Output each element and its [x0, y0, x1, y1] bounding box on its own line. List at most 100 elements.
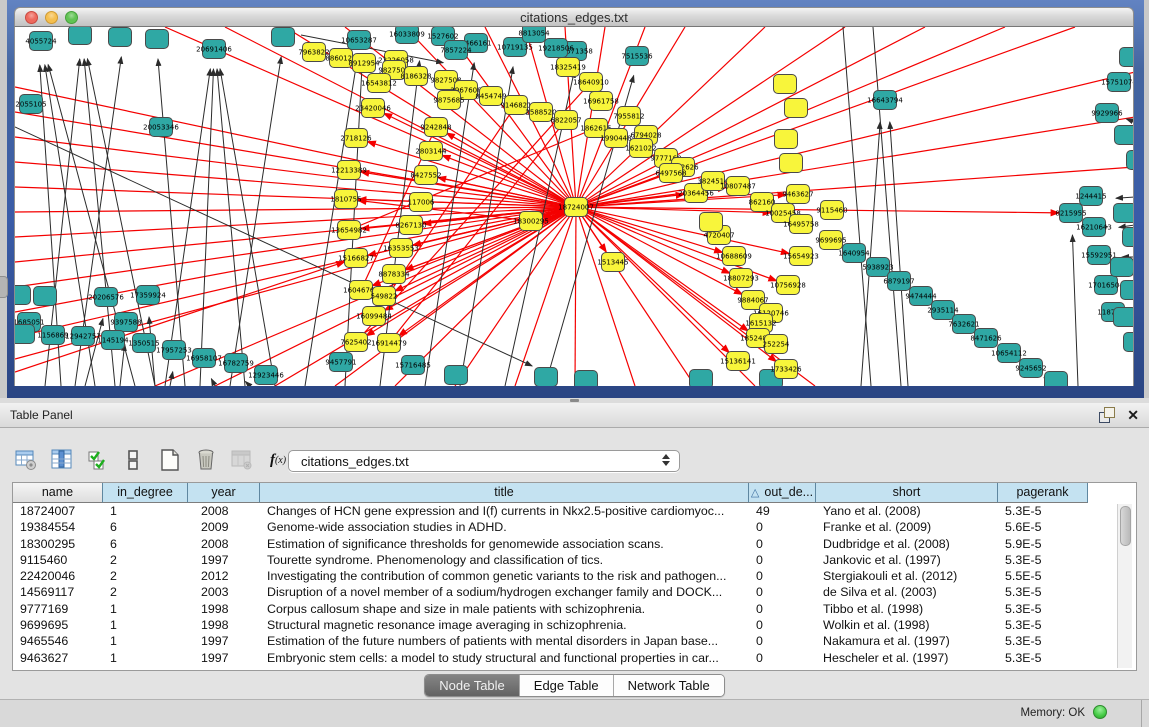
table-cell[interactable]: 5.5E-5: [998, 568, 1088, 584]
table-cell[interactable]: 1997: [188, 633, 260, 649]
table-row[interactable]: 1872400712008Changes of HCN gene express…: [13, 503, 1136, 519]
table-cell[interactable]: Structural magnetic resonance image aver…: [260, 617, 749, 633]
column-header-in_degree[interactable]: in_degree: [103, 483, 188, 503]
table-cell[interactable]: 5.6E-5: [998, 519, 1088, 535]
table-cell[interactable]: 18300295: [13, 536, 103, 552]
delete-table-icon[interactable]: [194, 448, 218, 472]
column-header-name[interactable]: name: [13, 483, 103, 503]
table-cell[interactable]: 0: [749, 617, 816, 633]
graph-edge[interactable]: [575, 207, 576, 386]
table-cell[interactable]: 19384554: [13, 519, 103, 535]
table-cell[interactable]: 0: [749, 536, 816, 552]
table-cell[interactable]: 1998: [188, 601, 260, 617]
scrollbar-thumb[interactable]: [1120, 506, 1131, 546]
table-cell[interactable]: Nakamura et al. (1997): [816, 633, 998, 649]
graph-node[interactable]: [146, 30, 169, 49]
table-cell[interactable]: 2: [103, 568, 188, 584]
table-cell[interactable]: 0: [749, 633, 816, 649]
table-row[interactable]: 2242004622012Investigating the contribut…: [13, 568, 1136, 584]
table-cell[interactable]: 9115460: [13, 552, 103, 568]
table-row[interactable]: 1938455462009Genome-wide association stu…: [13, 519, 1136, 535]
column-header-pagerank[interactable]: pagerank: [998, 483, 1088, 503]
network-window-titlebar[interactable]: citations_edges.txt: [14, 7, 1134, 27]
table-selector-dropdown[interactable]: citations_edges.txt: [288, 450, 680, 472]
table-cell[interactable]: 5.3E-5: [998, 617, 1088, 633]
table-cell[interactable]: 1998: [188, 617, 260, 633]
graph-node[interactable]: [69, 27, 92, 45]
table-row[interactable]: 969969511998Structural magnetic resonanc…: [13, 617, 1136, 633]
table-row[interactable]: 1830029562008Estimation of significance …: [13, 536, 1136, 552]
table-vertical-scrollbar[interactable]: [1117, 504, 1132, 668]
table-cell[interactable]: Estimation of significance thresholds fo…: [260, 536, 749, 552]
table-cell[interactable]: 2003: [188, 584, 260, 600]
close-panel-icon[interactable]: ✕: [1127, 406, 1139, 424]
table-cell[interactable]: Yano et al. (2008): [816, 503, 998, 519]
table-cell[interactable]: Wolkin et al. (1998): [816, 617, 998, 633]
table-cell[interactable]: 6: [103, 536, 188, 552]
graph-edge[interactable]: [425, 63, 474, 386]
graph-edge[interactable]: [413, 207, 576, 245]
table-cell[interactable]: 18724007: [13, 503, 103, 519]
graph-edge[interactable]: [361, 172, 576, 207]
graph-edge[interactable]: [1072, 235, 1078, 386]
column-header-short[interactable]: short: [816, 483, 998, 503]
table-row[interactable]: 946362711997Embryonic stem cells: a mode…: [13, 650, 1136, 666]
tab-network-table[interactable]: Network Table: [614, 675, 724, 696]
table-cell[interactable]: 2: [103, 584, 188, 600]
graph-edge[interactable]: [1126, 119, 1134, 122]
graph-node[interactable]: [1123, 228, 1135, 247]
table-cell[interactable]: Changes of HCN gene expression and I(f) …: [260, 503, 749, 519]
table-cell[interactable]: 2008: [188, 536, 260, 552]
table-cell[interactable]: de Silva et al. (2003): [816, 584, 998, 600]
table-cell[interactable]: Hescheler et al. (1997): [816, 650, 998, 666]
table-row[interactable]: 946554611997Estimation of the future num…: [13, 633, 1136, 649]
control-panel-grip[interactable]: [0, 276, 8, 298]
table-cell[interactable]: 1997: [188, 552, 260, 568]
table-cell[interactable]: 5.3E-5: [998, 503, 1088, 519]
graph-node[interactable]: [1045, 372, 1068, 387]
row-split-icon[interactable]: [122, 448, 146, 472]
table-cell[interactable]: 1997: [188, 650, 260, 666]
table-cell[interactable]: 5.3E-5: [998, 601, 1088, 617]
table-cell[interactable]: 1: [103, 650, 188, 666]
table-cell[interactable]: 2012: [188, 568, 260, 584]
graph-edge[interactable]: [455, 207, 576, 386]
graph-edge[interactable]: [220, 69, 275, 386]
graph-node[interactable]: [575, 371, 598, 387]
graph-node[interactable]: [1114, 308, 1135, 327]
graph-node[interactable]: [535, 368, 558, 387]
table-cell[interactable]: Investigating the contribution of common…: [260, 568, 749, 584]
float-panel-icon[interactable]: [1099, 407, 1115, 423]
tab-edge-table[interactable]: Edge Table: [520, 675, 614, 696]
table-cell[interactable]: 0: [749, 584, 816, 600]
table-cell[interactable]: 9699695: [13, 617, 103, 633]
table-cell[interactable]: 1: [103, 601, 188, 617]
graph-node[interactable]: [1121, 281, 1135, 300]
table-cell[interactable]: 5.3E-5: [998, 552, 1088, 568]
graph-edge[interactable]: [217, 69, 245, 386]
table-cell[interactable]: 6: [103, 519, 188, 535]
table-settings-icon[interactable]: [14, 448, 38, 472]
graph-node[interactable]: [1115, 126, 1135, 145]
table-cell[interactable]: 9463627: [13, 650, 103, 666]
graph-node[interactable]: [1127, 151, 1135, 170]
table-cell[interactable]: 0: [749, 519, 816, 535]
table-cell[interactable]: Estimation of the future numbers of pati…: [260, 633, 749, 649]
graph-node[interactable]: [34, 287, 57, 306]
table-cell[interactable]: 0: [749, 552, 816, 568]
table-cell[interactable]: Stergiakouli et al. (2012): [816, 568, 998, 584]
graph-node[interactable]: [15, 325, 35, 344]
table-cell[interactable]: Franke et al. (2009): [816, 519, 998, 535]
graph-edge[interactable]: [15, 162, 576, 207]
table-cell[interactable]: 2009: [188, 519, 260, 535]
column-header-out_de[interactable]: △ out_de...: [749, 483, 816, 503]
graph-node[interactable]: [15, 286, 31, 305]
table-cell[interactable]: Genome-wide association studies in ADHD.: [260, 519, 749, 535]
graph-node[interactable]: [272, 28, 295, 47]
graph-node[interactable]: [1120, 48, 1135, 67]
column-header-year[interactable]: year: [188, 483, 260, 503]
graph-node[interactable]: [775, 130, 798, 149]
graph-edge[interactable]: [1119, 225, 1134, 227]
new-table-icon[interactable]: [158, 448, 182, 472]
table-row[interactable]: 977716911998Corpus callosum shape and si…: [13, 601, 1136, 617]
